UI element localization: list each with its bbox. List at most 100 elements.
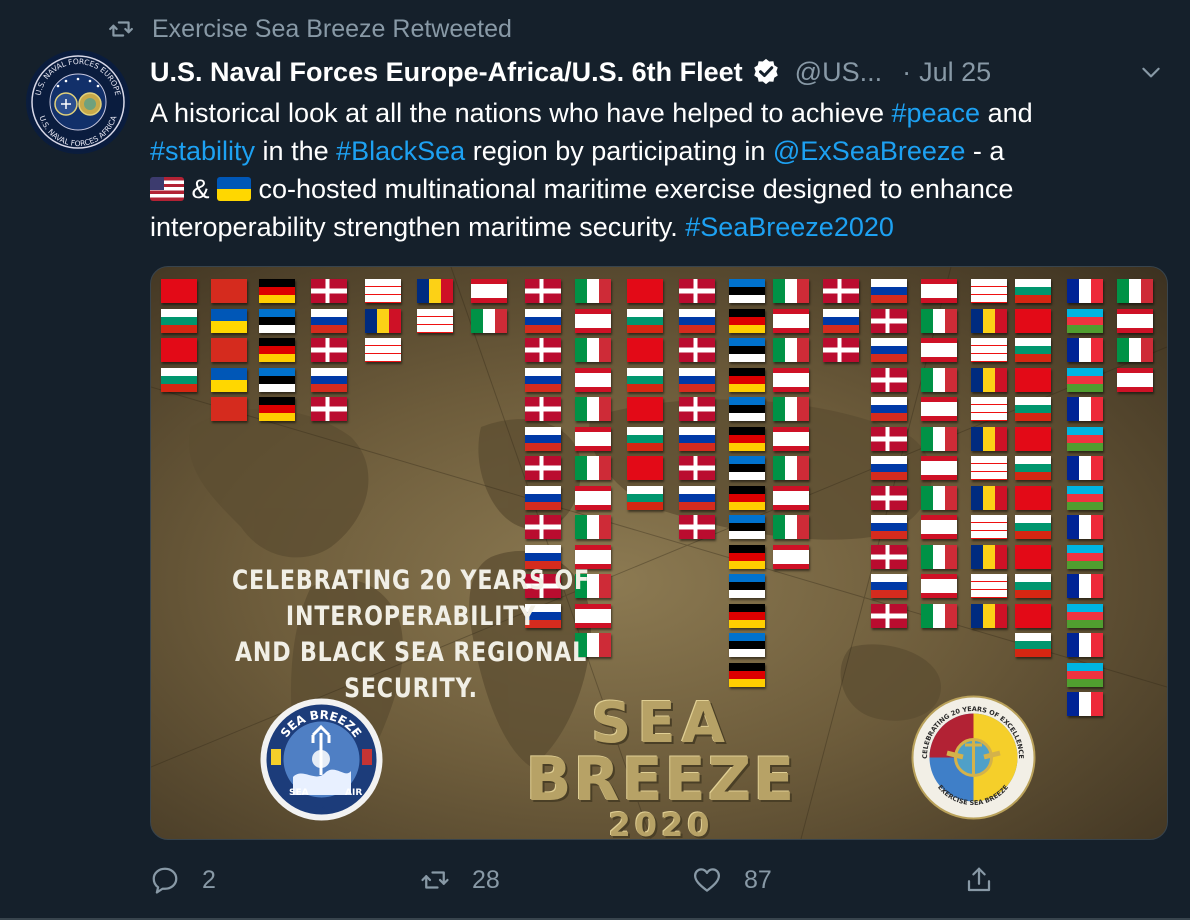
flag-8-5 [525,397,561,421]
flag-16-4 [921,367,957,392]
tweet-text-fragment: in the [255,136,337,166]
tweet-text: A historical look at all the nations who… [150,94,1170,246]
hashtag-stability-link[interactable]: #stability [150,136,255,166]
flag-18-7 [1015,456,1051,480]
caption-line-2: INTEROPERABILITY [285,601,537,632]
flag-18-8 [1015,485,1051,510]
flag-12-3 [729,338,765,362]
hashtag-blacksea-link[interactable]: #BlackSea [336,136,465,166]
flag-8-4 [525,367,561,392]
flag-3-4 [259,367,295,392]
share-button[interactable] [964,860,994,900]
tweet-actions: 2 28 87 [150,860,1166,900]
retweet-notice-text: Exercise Sea Breeze Retweeted [152,14,512,43]
avatar[interactable]: U.S. NAVAL FORCES EUROPE U.S. NAVAL FORC… [26,50,130,154]
flag-19-6 [1067,426,1103,451]
flag-19-11 [1067,574,1103,598]
flag-15-9 [871,515,907,539]
flag-18-9 [1015,515,1051,539]
author-name[interactable]: U.S. Naval Forces Europe-Africa/U.S. 6th… [150,57,743,88]
flag-19-2 [1067,308,1103,333]
like-button[interactable]: 87 [692,860,772,900]
flag-12-10 [729,544,765,569]
tweet-text-fragment: region by participating in [465,136,773,166]
flag-2-2 [211,308,247,333]
flag-16-9 [921,515,957,539]
flag-11-9 [679,515,715,539]
flag-19-12 [1067,603,1103,628]
hashtag-seabreeze2020-link[interactable]: #SeaBreeze2020 [685,212,894,242]
flag-10-5 [627,397,663,421]
flag-15-8 [871,485,907,510]
flag-8-3 [525,338,561,362]
flag-4-1 [311,279,347,303]
flag-17-2 [971,308,1007,333]
flag-9-7 [575,456,611,480]
flag-20-2 [1117,308,1153,333]
logo-line-sea: SEA [591,691,731,756]
flag-16-10 [921,544,957,569]
flag-10-8 [627,485,663,510]
flag-17-8 [971,485,1007,510]
flag-7-2 [471,308,507,333]
reply-button[interactable]: 2 [150,860,216,900]
flag-2-3 [211,338,247,362]
flag-18-5 [1015,397,1051,421]
flag-19-1 [1067,279,1103,303]
flag-15-4 [871,367,907,392]
flag-16-1 [921,279,957,303]
mention-exseabreeze-link[interactable]: @ExSeaBreeze [773,136,966,166]
tweet-media-image[interactable]: CELEBRATING 20 YEARS OF INTEROPERABILITY… [150,266,1168,840]
flag-18-1 [1015,279,1051,303]
flag-13-5 [773,397,809,421]
flag-17-5 [971,397,1007,421]
flag-17-1 [971,279,1007,303]
retweet-notice[interactable]: Exercise Sea Breeze Retweeted [108,14,512,44]
flag-9-6 [575,426,611,451]
flag-18-2 [1015,308,1051,333]
flag-8-8 [525,485,561,510]
retweet-button[interactable]: 28 [420,860,500,900]
flag-20-3 [1117,338,1153,362]
separator-dot: · [902,56,912,87]
flag-13-2 [773,308,809,333]
flag-11-1 [679,279,715,303]
flag-16-11 [921,574,957,598]
flag-4-3 [311,338,347,362]
flag-1-4 [161,367,197,392]
flag-6-1 [417,279,453,303]
flag-18-12 [1015,603,1051,628]
sea-breeze-logo: SEA BREEZE 2020 [481,691,841,840]
flag-8-6 [525,426,561,451]
flag-13-8 [773,485,809,510]
flag-4-2 [311,308,347,333]
flag-3-2 [259,308,295,333]
flag-11-5 [679,397,715,421]
share-icon [967,867,991,892]
flag-13-9 [773,515,809,539]
flag-9-9 [575,515,611,539]
flag-15-7 [871,456,907,480]
flag-15-3 [871,338,907,362]
flag-1-2 [161,308,197,333]
flag-9-3 [575,338,611,362]
tweet-date[interactable]: Jul 25 [919,57,991,88]
tweet-text-fragment: A historical look at all the nations who… [150,98,892,128]
flag-19-10 [1067,544,1103,569]
us-naval-forces-europe-africa-seal: U.S. NAVAL FORCES EUROPE U.S. NAVAL FORC… [28,52,128,152]
flag-11-7 [679,456,715,480]
flag-5-2 [365,308,401,333]
flag-11-6 [679,426,715,451]
tweet-header: U.S. Naval Forces Europe-Africa/U.S. 6th… [150,52,1170,92]
flag-10-6 [627,426,663,451]
author-handle[interactable]: @US... [795,57,882,88]
flag-13-6 [773,426,809,451]
hashtag-peace-link[interactable]: #peace [891,98,980,128]
sea-breeze-seal-icon: SEA BREEZE SEA LAND AIR [260,698,383,821]
seal-left-air: AIR [345,788,362,798]
chevron-down-icon[interactable] [1138,59,1164,85]
flag-17-10 [971,544,1007,569]
flag-17-6 [971,426,1007,451]
flag-1-3 [161,338,197,362]
flag-2-5 [211,397,247,421]
